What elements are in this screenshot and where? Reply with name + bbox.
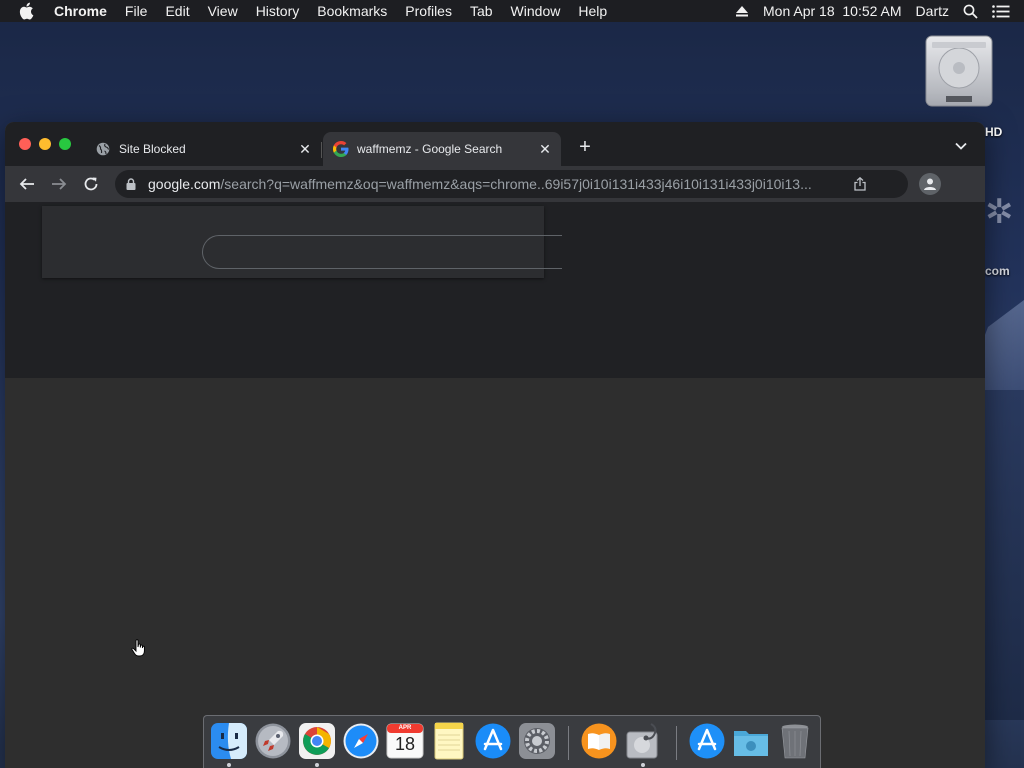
notes-icon[interactable] xyxy=(430,722,468,760)
window-controls xyxy=(19,138,79,150)
tab-site-blocked[interactable]: Site Blocked ✕ xyxy=(85,132,321,166)
page-content xyxy=(5,202,985,768)
lock-icon[interactable] xyxy=(126,178,140,190)
books-icon[interactable] xyxy=(580,722,618,760)
google-g-icon xyxy=(333,141,349,157)
dock-separator xyxy=(568,726,569,760)
apple-logo-icon[interactable] xyxy=(18,2,40,20)
forward-arrow-icon[interactable] xyxy=(49,174,69,194)
menu-bookmarks[interactable]: Bookmarks xyxy=(317,3,387,19)
pointer-hand-cursor-icon xyxy=(131,639,147,657)
menu-window[interactable]: Window xyxy=(511,3,561,19)
running-indicator xyxy=(641,763,645,767)
url-host: google.com xyxy=(148,176,221,192)
search-header-card xyxy=(42,206,562,278)
desktop-file-icon[interactable]: ✲ xyxy=(985,192,1014,232)
menu-history[interactable]: History xyxy=(256,3,300,19)
dock: APR 18 xyxy=(203,715,821,768)
url-path: /search?q=waffmemz&oq=waffmemz&aqs=chrom… xyxy=(220,176,812,192)
launchpad-icon[interactable] xyxy=(254,722,292,760)
hard-drive-label: HD xyxy=(985,125,1003,139)
tab-close-icon[interactable]: ✕ xyxy=(537,141,553,157)
tab-separator xyxy=(321,142,322,158)
calendar-day: 18 xyxy=(394,734,416,754)
spotlight-search-icon[interactable] xyxy=(963,4,978,19)
finder-icon[interactable] xyxy=(210,722,248,760)
menu-clock[interactable]: Mon Apr 18 10:52 AM xyxy=(763,3,902,19)
menu-edit[interactable]: Edit xyxy=(165,3,189,19)
browser-toolbar: google.com /search?q=waffmemz&oq=waffmem… xyxy=(5,166,985,202)
tab-title: Site Blocked xyxy=(119,142,186,156)
tab-strip: Site Blocked ✕ waffmemz - Google Search … xyxy=(5,122,985,166)
new-tab-button[interactable]: + xyxy=(574,136,596,158)
app-store-icon[interactable] xyxy=(474,722,512,760)
page-header-area xyxy=(5,202,985,378)
calendar-icon[interactable]: APR 18 xyxy=(386,722,424,760)
menu-view[interactable]: View xyxy=(208,3,238,19)
desktop-file-label: com xyxy=(985,264,1010,278)
trash-icon[interactable] xyxy=(776,722,814,760)
chrome-window: Site Blocked ✕ waffmemz - Google Search … xyxy=(5,122,985,768)
tab-title: waffmemz - Google Search xyxy=(357,142,503,156)
menu-bar: Chrome File Edit View History Bookmarks … xyxy=(0,0,1024,22)
menu-chrome[interactable]: Chrome xyxy=(54,3,107,19)
dock-separator xyxy=(676,726,677,760)
menu-user[interactable]: Dartz xyxy=(916,3,949,19)
chrome-icon[interactable] xyxy=(298,722,336,760)
reload-icon[interactable] xyxy=(81,174,101,194)
menu-tab[interactable]: Tab xyxy=(470,3,493,19)
disk-utility-icon[interactable] xyxy=(624,722,662,760)
window-zoom-button[interactable] xyxy=(59,138,71,150)
address-bar[interactable]: google.com /search?q=waffmemz&oq=waffmem… xyxy=(115,170,908,198)
window-close-button[interactable] xyxy=(19,138,31,150)
chevron-down-icon[interactable] xyxy=(953,138,969,154)
safari-icon[interactable] xyxy=(342,722,380,760)
search-input[interactable] xyxy=(202,235,562,269)
system-preferences-icon[interactable] xyxy=(518,722,556,760)
share-icon[interactable] xyxy=(852,176,868,192)
menu-profiles[interactable]: Profiles xyxy=(405,3,452,19)
menu-file[interactable]: File xyxy=(125,3,148,19)
tab-google-search[interactable]: waffmemz - Google Search ✕ xyxy=(323,132,561,166)
running-indicator xyxy=(315,763,319,767)
folder-icon[interactable] xyxy=(732,722,770,760)
menu-help[interactable]: Help xyxy=(578,3,607,19)
notification-center-icon[interactable] xyxy=(992,4,1010,18)
calendar-month: APR xyxy=(398,725,412,731)
running-indicator xyxy=(227,763,231,767)
profile-avatar-icon[interactable] xyxy=(919,173,941,195)
eject-icon[interactable] xyxy=(735,5,749,17)
tab-close-icon[interactable]: ✕ xyxy=(297,141,313,157)
globe-icon xyxy=(95,141,111,157)
app-store-downloads-icon[interactable] xyxy=(688,722,726,760)
window-minimize-button[interactable] xyxy=(39,138,51,150)
hard-drive-icon[interactable] xyxy=(920,34,998,110)
back-arrow-icon[interactable] xyxy=(17,174,37,194)
